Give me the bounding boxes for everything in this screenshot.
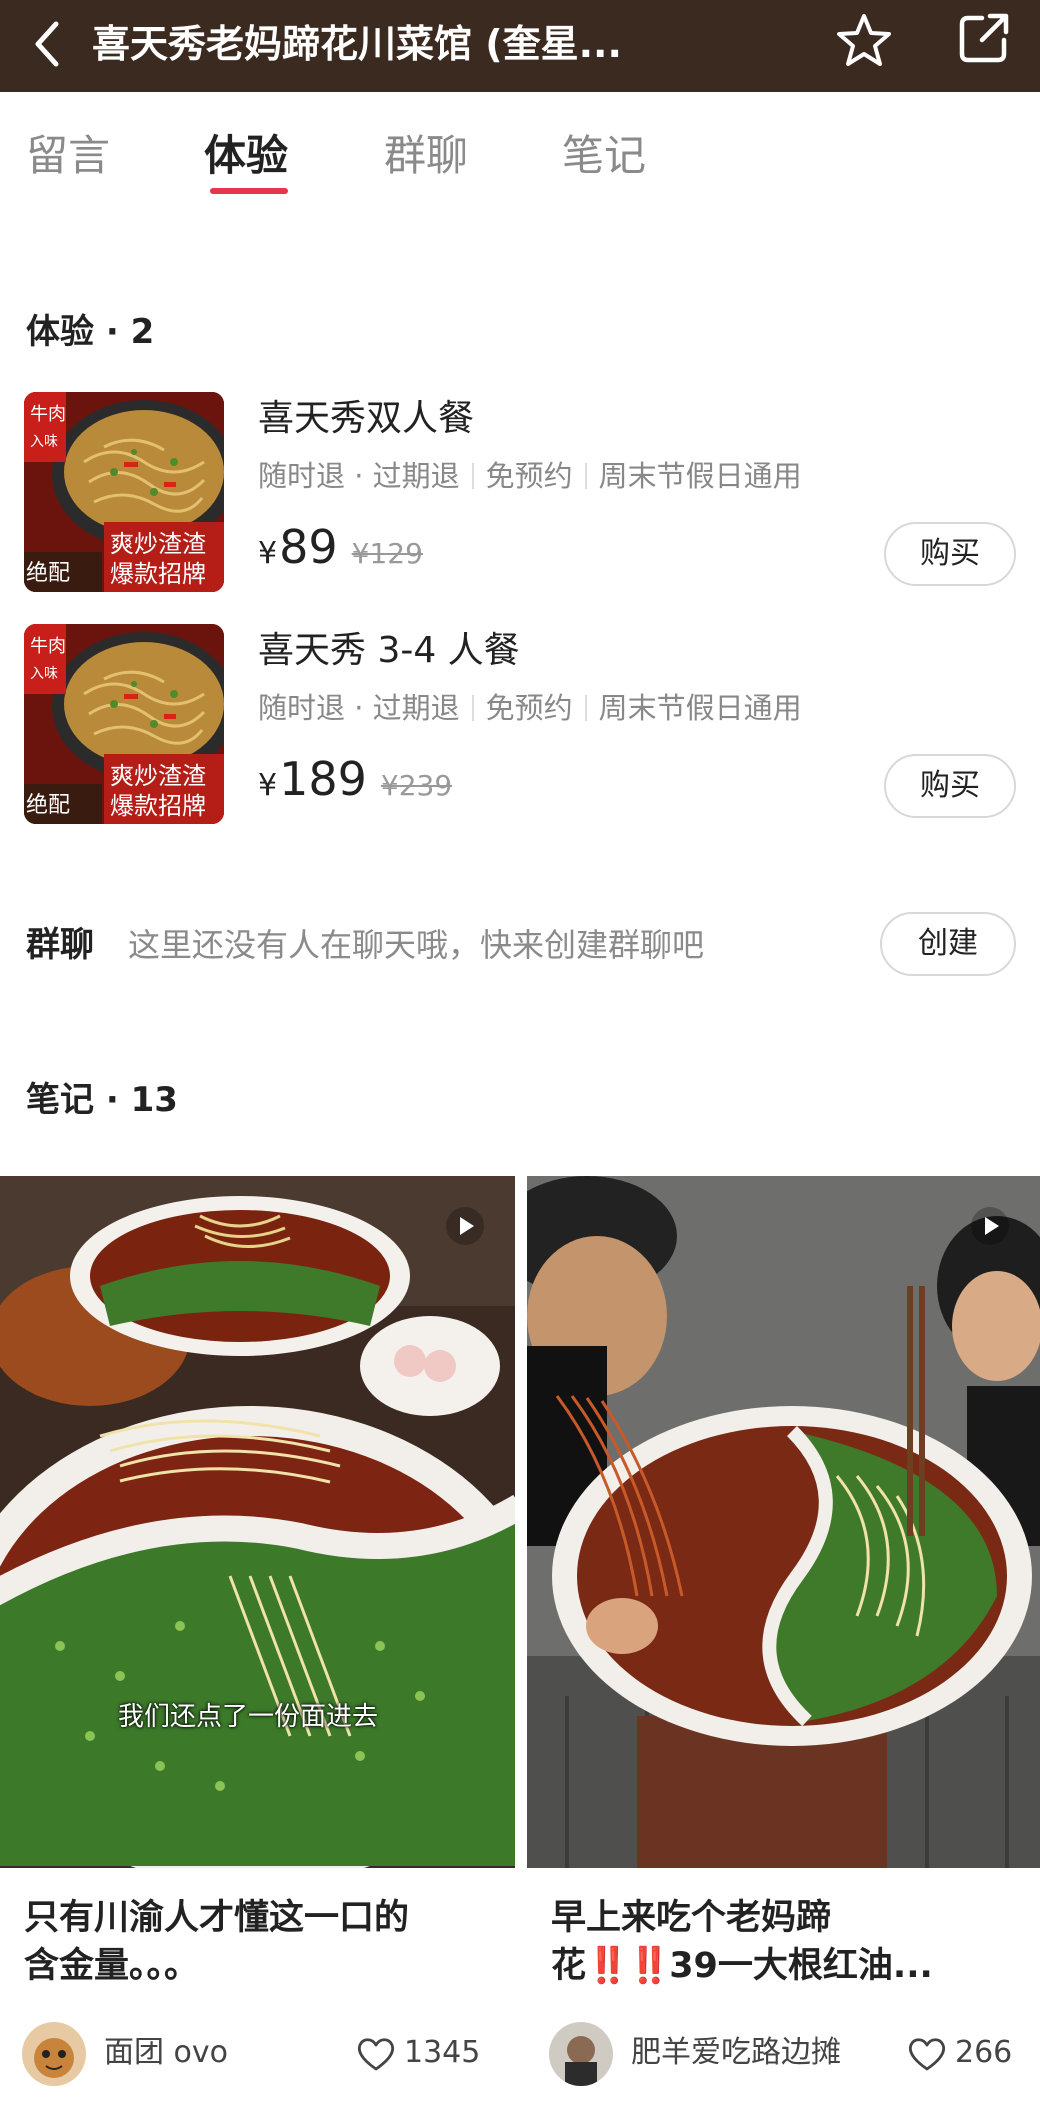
deal-price-row: ¥ 89 ¥129	[258, 520, 423, 580]
deal-item[interactable]: 牛肉 入味 爽炒渣渣 爆款招牌 绝配 喜天秀 3-4 人餐 随时退 · 过期退 …	[0, 624, 1040, 828]
note-title[interactable]: 只有川渝人才懂这一口的 含金量。。。	[24, 1894, 494, 1990]
svg-text:爆款招牌: 爆款招牌	[110, 560, 206, 588]
deal-original-price: ¥239	[380, 769, 453, 802]
note-title-line: 花‼️‼️39一大根红油...	[551, 1942, 1021, 1990]
experience-section-title: 体验 · 2	[26, 312, 155, 352]
chevron-left-icon[interactable]	[24, 14, 72, 74]
create-group-button[interactable]: 创建	[880, 912, 1016, 976]
deal-tag: 随时退 · 过期退	[258, 459, 460, 493]
deal-price-row: ¥ 189 ¥239	[258, 752, 452, 812]
top-bar: 喜天秀老妈蹄花川菜馆 (奎星...	[0, 0, 1040, 92]
svg-text:绝配: 绝配	[26, 561, 70, 586]
group-chat-row: 群聊 这里还没有人在聊天哦，快来创建群聊吧 创建	[0, 910, 1040, 980]
avatar[interactable]	[22, 2022, 86, 2086]
tag-divider	[471, 463, 474, 489]
deal-name: 喜天秀双人餐	[258, 398, 475, 439]
note-author[interactable]: 面团 ovo	[104, 2028, 228, 2078]
play-icon	[971, 1207, 1009, 1245]
tag-divider	[584, 463, 587, 489]
buy-button[interactable]: 购买	[884, 522, 1016, 586]
buy-button[interactable]: 购买	[884, 754, 1016, 818]
deal-thumbnail: 牛肉 入味 爽炒渣渣 爆款招牌 绝配	[24, 392, 224, 592]
heart-icon[interactable]	[356, 2036, 396, 2072]
star-icon[interactable]	[832, 8, 896, 72]
svg-text:绝配: 绝配	[26, 793, 70, 818]
deal-tag: 周末节假日通用	[598, 691, 802, 725]
group-chat-label: 群聊	[26, 925, 94, 965]
tag-divider	[584, 695, 587, 721]
deal-tag: 周末节假日通用	[598, 459, 802, 493]
like-count: 1345	[404, 2035, 481, 2070]
group-chat-hint: 这里还没有人在聊天哦，快来创建群聊吧	[128, 926, 705, 964]
page-title: 喜天秀老妈蹄花川菜馆 (奎星...	[92, 22, 622, 66]
tab-group-chat[interactable]: 群聊	[384, 126, 468, 186]
note-title-line: 早上来吃个老妈蹄	[551, 1898, 832, 1938]
note-title-line: 含金量。。。	[24, 1946, 200, 1986]
deal-item[interactable]: 牛肉 入味 爽炒渣渣 爆款招牌 绝配 喜天秀双人餐 随时退 · 过期退 免预约 …	[0, 392, 1040, 596]
deal-tag: 免预约	[485, 691, 573, 725]
deal-tags: 随时退 · 过期退 免预约 周末节假日通用	[258, 688, 802, 728]
tab-notes[interactable]: 笔记	[562, 126, 646, 186]
svg-text:爽炒渣渣: 爽炒渣渣	[110, 762, 206, 790]
double-exclamation-icon: ‼️‼️	[586, 1946, 671, 1986]
note-card[interactable]: 我们还点了一份面进去 只有川渝人才懂这一口的 含金量。。。 面团 ovo 134…	[0, 1176, 515, 2101]
active-tab-indicator	[210, 188, 288, 194]
note-card[interactable]: 早上来吃个老妈蹄 花‼️‼️39一大根红油... 肥羊爱吃路边摊 266	[527, 1176, 1040, 2101]
note-title-line: 只有川渝人才懂这一口的	[24, 1898, 410, 1938]
svg-text:爽炒渣渣: 爽炒渣渣	[110, 530, 206, 558]
note-title-text: 39一大根红油...	[669, 1946, 933, 1986]
svg-text:牛肉: 牛肉	[30, 404, 66, 425]
deal-original-price: ¥129	[351, 537, 423, 570]
tab-comments[interactable]: 留言	[26, 126, 110, 186]
svg-text:牛肉: 牛肉	[30, 636, 66, 657]
like-count: 266	[955, 2035, 1013, 2070]
currency-symbol: ¥	[258, 536, 278, 571]
tab-experience[interactable]: 体验	[204, 126, 288, 186]
currency-symbol: ¥	[258, 768, 278, 803]
notes-section-title: 笔记 · 13	[26, 1080, 178, 1120]
note-title-text: 花	[551, 1946, 587, 1986]
note-author[interactable]: 肥羊爱吃路边摊	[631, 2028, 841, 2078]
note-title[interactable]: 早上来吃个老妈蹄 花‼️‼️39一大根红油...	[551, 1894, 1021, 1990]
deal-price: 189	[279, 752, 367, 806]
deal-tags: 随时退 · 过期退 免预约 周末节假日通用	[258, 456, 802, 496]
deal-name: 喜天秀 3-4 人餐	[258, 630, 520, 671]
avatar[interactable]	[549, 2022, 613, 2086]
svg-text:爆款招牌: 爆款招牌	[110, 792, 206, 820]
share-icon[interactable]	[952, 6, 1016, 70]
play-icon	[446, 1207, 484, 1245]
video-caption: 我们还点了一份面进去	[118, 1702, 379, 1732]
deal-tag: 随时退 · 过期退	[258, 691, 460, 725]
svg-text:入味: 入味	[30, 434, 58, 450]
heart-icon[interactable]	[907, 2036, 947, 2072]
note-cover-image[interactable]: 我们还点了一份面进去	[0, 1176, 515, 1868]
deal-tag: 免预约	[485, 459, 573, 493]
deal-thumbnail: 牛肉 入味 爽炒渣渣 爆款招牌 绝配	[24, 624, 224, 824]
tag-divider	[471, 695, 474, 721]
note-cover-image[interactable]	[527, 1176, 1040, 1868]
deal-price: 89	[279, 520, 338, 574]
svg-text:入味: 入味	[30, 666, 58, 682]
